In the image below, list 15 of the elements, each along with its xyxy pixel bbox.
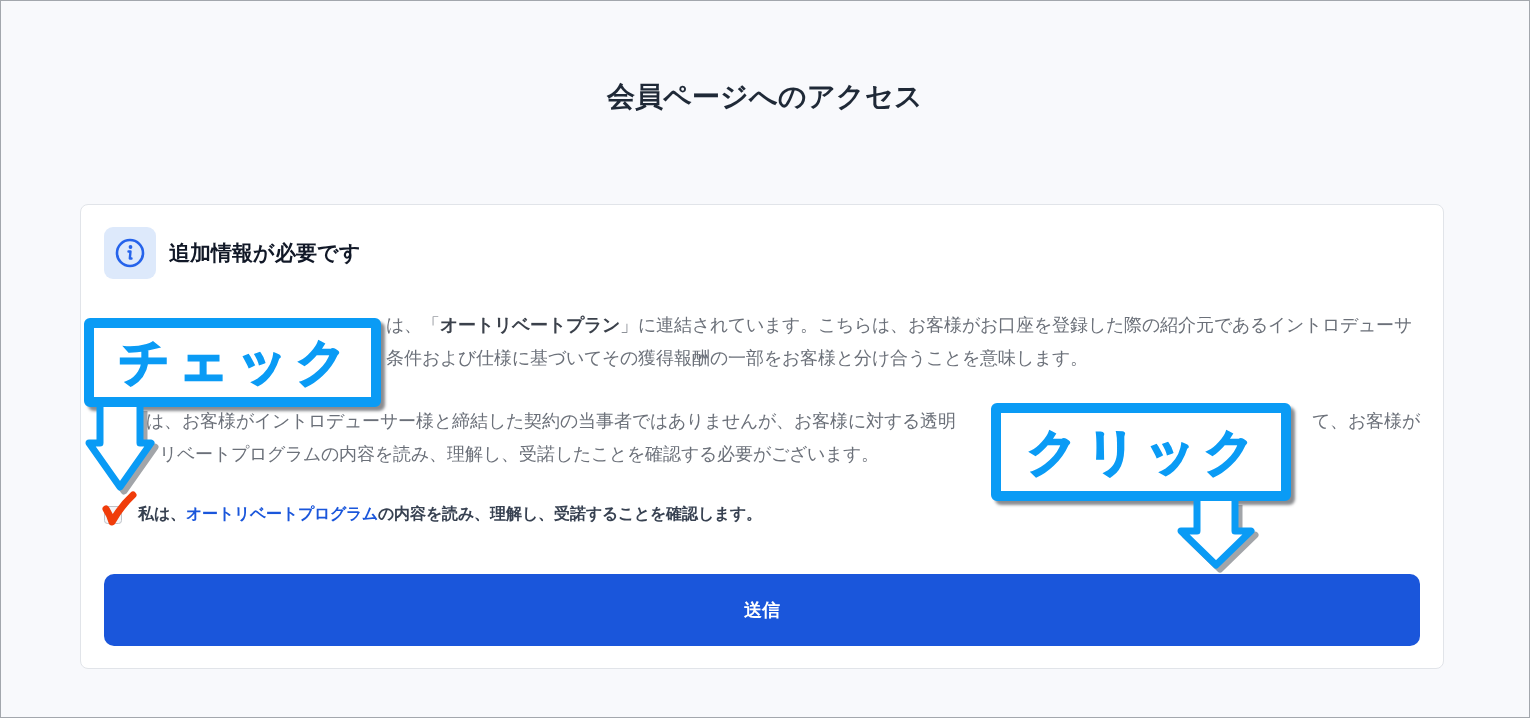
- agreement-label: 私は、オートリベートプログラムの内容を読み、理解し、受諾することを確認します。: [138, 503, 762, 525]
- paragraph-text: 条件および仕様に基づいてその獲得報酬の一部をお客様と分け合うことを意味します。: [386, 346, 1088, 370]
- agreement-checkbox[interactable]: [101, 491, 137, 527]
- notice-title: 追加情報が必要です: [169, 240, 361, 267]
- down-arrow-icon: [1177, 501, 1259, 573]
- info-icon: [104, 227, 156, 279]
- page-title: 会員ページへのアクセス: [606, 79, 924, 115]
- paragraph-text: リベートプログラムの内容を読み、理解し、受諾したことを確認する必要がございます。: [159, 442, 879, 466]
- submit-button[interactable]: 送信: [104, 574, 1420, 646]
- callout-label: クリック: [991, 403, 1291, 501]
- paragraph-text: は、「オートリベートプラン」に連結されています。こちらは、お客様がお口座を登録した際の紹介元であるイントロデューサ: [386, 313, 1412, 337]
- paragraph-text: て、お客様が: [1312, 409, 1420, 433]
- paragraph-text: は、お客様がイントロデューサー様と締結した契約の当事者ではありませんが、お客様に対する透明: [146, 409, 956, 433]
- program-link[interactable]: オートリベートプログラム: [186, 504, 378, 523]
- callout-label: チェック: [84, 318, 381, 407]
